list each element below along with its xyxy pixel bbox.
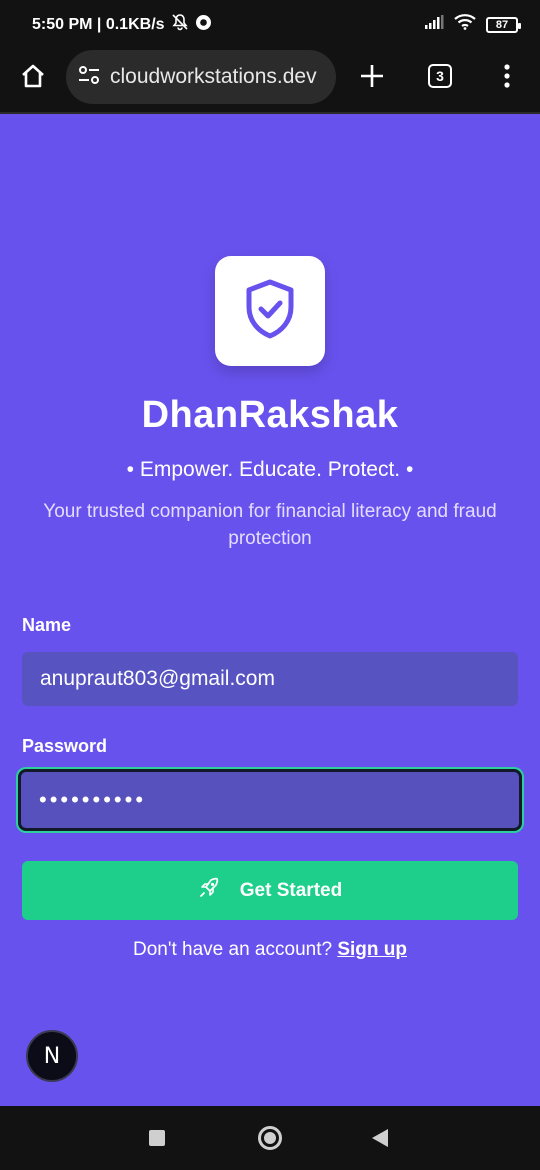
rocket-icon (198, 877, 220, 905)
site-settings-icon[interactable] (78, 65, 100, 90)
app-logo (215, 256, 325, 366)
login-page: DhanRakshak • Empower. Educate. Protect.… (0, 116, 540, 1106)
dev-tools-badge[interactable]: N (26, 1030, 78, 1082)
tab-switcher-button[interactable]: 3 (418, 54, 462, 98)
url-text: cloudworkstations.dev (110, 65, 317, 88)
password-field[interactable]: •••••••••• (18, 769, 522, 831)
app-tagline: • Empower. Educate. Protect. • (126, 458, 414, 481)
signup-link[interactable]: Sign up (337, 939, 407, 960)
shield-check-icon (242, 278, 298, 345)
battery-indicator: 87 (486, 16, 521, 33)
signup-prompt-text: Don't have an account? (133, 939, 333, 960)
signup-prompt: Don't have an account? Sign up (0, 939, 540, 961)
get-started-label: Get Started (239, 879, 343, 901)
system-nav-bar (0, 1106, 540, 1170)
home-icon[interactable] (11, 54, 55, 98)
mute-icon (171, 13, 189, 36)
plus-icon[interactable] (350, 54, 394, 98)
name-field[interactable]: anupraut803@gmail.com (22, 652, 518, 706)
app-title: DhanRakshak (141, 394, 399, 436)
signal-icon (424, 15, 444, 34)
get-started-button[interactable]: Get Started (22, 861, 518, 920)
recents-button[interactable] (149, 1130, 165, 1146)
password-field-value: •••••••••• (39, 787, 147, 812)
browser-toolbar: cloudworkstations.dev 3 (0, 46, 540, 114)
tab-count: 3 (428, 64, 452, 88)
password-label: Password (22, 736, 108, 756)
back-button[interactable] (372, 1129, 388, 1147)
status-bar: 5:50 PM | 0.1KB/s 87 (0, 0, 540, 46)
overflow-menu-icon[interactable] (485, 54, 529, 98)
status-time: 5:50 PM | 0.1KB/s (32, 15, 165, 33)
app-description: Your trusted companion for financial lit… (43, 501, 497, 549)
home-button[interactable] (258, 1126, 282, 1150)
app-notification-icon (195, 14, 212, 36)
wifi-icon (454, 14, 476, 35)
address-bar[interactable]: cloudworkstations.dev (66, 50, 336, 104)
name-label: Name (22, 615, 72, 635)
name-field-value: anupraut803@gmail.com (40, 667, 275, 690)
